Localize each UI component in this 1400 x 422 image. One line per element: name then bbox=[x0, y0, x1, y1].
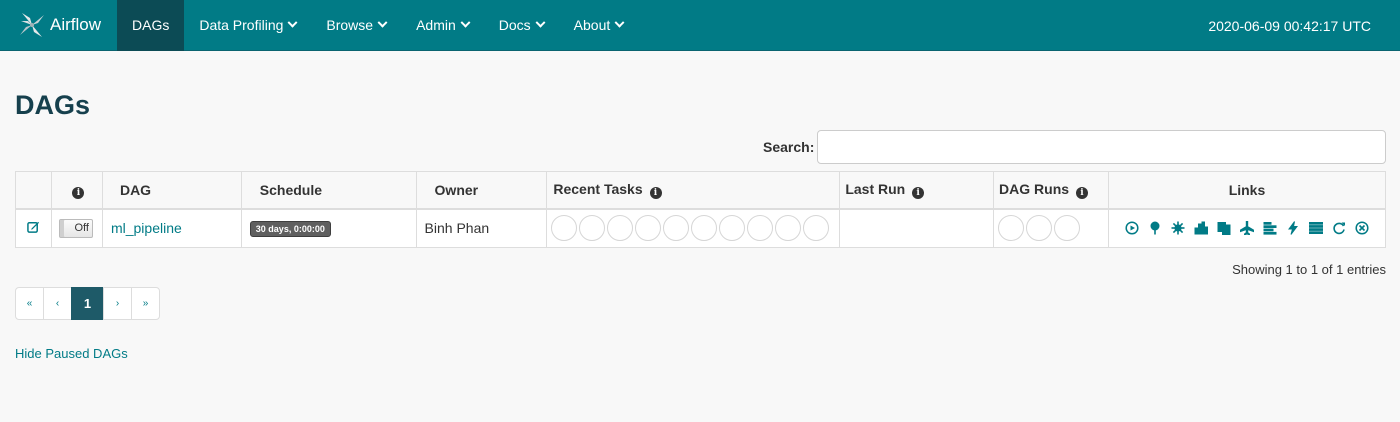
top-navbar: Airflow DAGs Data Profiling Browse Admin… bbox=[0, 0, 1400, 51]
nav-docs-label: Docs bbox=[498, 17, 531, 33]
list-icon[interactable] bbox=[1308, 221, 1323, 235]
cell-schedule: 30 days, 0:00:00 bbox=[240, 208, 417, 248]
brand-logo-link[interactable]: Airflow bbox=[0, 0, 117, 51]
dags-table: i DAG Schedule Owner Recent Tasks i Last… bbox=[15, 171, 1387, 248]
col-header-links-label: Links bbox=[1228, 181, 1266, 198]
pagination-prev[interactable]: ‹ bbox=[43, 287, 72, 320]
info-icon[interactable]: i bbox=[649, 186, 662, 199]
dag-run-status-circle[interactable] bbox=[998, 215, 1025, 242]
cell-edit bbox=[15, 208, 52, 248]
nav-admin[interactable]: Admin bbox=[401, 0, 484, 51]
airflow-pinwheel-icon bbox=[20, 13, 44, 37]
pagination-first[interactable]: « bbox=[15, 287, 44, 320]
nav-dags[interactable]: DAGs bbox=[117, 0, 185, 51]
dag-links bbox=[1117, 221, 1377, 236]
pagination: « ‹ 1 › » bbox=[15, 287, 160, 320]
info-icon[interactable]: i bbox=[72, 186, 85, 199]
cell-links bbox=[1107, 208, 1387, 248]
entries-info: Showing 1 to 1 of 1 entries bbox=[1232, 262, 1386, 277]
dag-run-status-circle[interactable] bbox=[1054, 215, 1081, 242]
col-header-last-run-label: Last Run bbox=[845, 180, 906, 197]
col-header-links: Links bbox=[1107, 171, 1387, 209]
bar-chart-icon[interactable] bbox=[1194, 221, 1208, 235]
task-status-circle[interactable] bbox=[803, 215, 830, 242]
table-row: Off ml_pipeline 30 days, 0:00:00 Binh Ph… bbox=[15, 208, 1387, 248]
play-circle-icon[interactable] bbox=[1125, 221, 1139, 235]
task-status-circle[interactable] bbox=[579, 215, 606, 242]
pagination-current[interactable]: 1 bbox=[71, 287, 104, 320]
graph-icon[interactable] bbox=[1171, 221, 1185, 235]
align-left-icon[interactable] bbox=[1263, 221, 1277, 235]
nav-about[interactable]: About bbox=[559, 0, 639, 51]
nav-dags-label: DAGs bbox=[132, 17, 170, 33]
chevron-down-icon bbox=[535, 17, 546, 28]
info-icon[interactable]: i bbox=[1075, 186, 1088, 199]
task-status-circle[interactable] bbox=[551, 215, 578, 242]
col-header-recent-tasks-label: Recent Tasks bbox=[553, 180, 643, 197]
nav-browse-label: Browse bbox=[326, 17, 374, 33]
col-header-dag-label: DAG bbox=[119, 181, 152, 198]
col-header-edit bbox=[15, 171, 52, 209]
col-header-schedule[interactable]: Schedule bbox=[240, 171, 417, 209]
dag-runs-status-circles bbox=[998, 215, 1104, 242]
flash-icon[interactable] bbox=[1286, 221, 1300, 236]
info-icon[interactable]: i bbox=[912, 186, 925, 199]
col-header-schedule-label: Schedule bbox=[259, 181, 323, 198]
col-header-last-run: Last Run i bbox=[839, 171, 995, 209]
brand-name: Airflow bbox=[50, 15, 102, 34]
refresh-icon[interactable] bbox=[1332, 221, 1346, 235]
nav-about-label: About bbox=[573, 17, 611, 33]
nav-data-profiling[interactable]: Data Profiling bbox=[184, 0, 311, 51]
task-status-circle[interactable] bbox=[719, 215, 746, 242]
server-clock: 2020-06-09 00:42:17 UTC bbox=[1208, 17, 1371, 34]
cell-recent-tasks bbox=[546, 208, 841, 248]
col-header-info: i bbox=[50, 171, 103, 209]
search-label: Search: bbox=[763, 139, 815, 155]
col-header-dag[interactable]: DAG bbox=[101, 171, 242, 209]
hide-paused-dags-link[interactable]: Hide Paused DAGs bbox=[15, 346, 128, 361]
search-input[interactable] bbox=[817, 130, 1386, 164]
col-header-dag-runs-label: DAG Runs bbox=[999, 180, 1070, 197]
page-title: DAGs bbox=[15, 90, 91, 120]
edit-icon[interactable] bbox=[27, 220, 40, 234]
duplicate-icon[interactable] bbox=[1217, 221, 1231, 236]
dag-pause-toggle[interactable]: Off bbox=[58, 219, 93, 239]
nav-data-profiling-label: Data Profiling bbox=[199, 17, 284, 33]
cell-toggle: Off bbox=[50, 208, 103, 248]
col-header-owner[interactable]: Owner bbox=[415, 171, 548, 209]
tree-icon[interactable] bbox=[1148, 221, 1162, 235]
task-status-circle[interactable] bbox=[607, 215, 634, 242]
remove-circle-icon[interactable] bbox=[1355, 221, 1369, 235]
pagination-next[interactable]: › bbox=[103, 287, 132, 320]
chevron-down-icon bbox=[377, 17, 388, 28]
dag-link[interactable]: ml_pipeline bbox=[111, 220, 182, 236]
recent-tasks-status-circles bbox=[551, 215, 835, 242]
col-header-owner-label: Owner bbox=[434, 181, 479, 198]
col-header-dag-runs: DAG Runs i bbox=[993, 171, 1109, 209]
task-status-circle[interactable] bbox=[635, 215, 662, 242]
schedule-badge[interactable]: 30 days, 0:00:00 bbox=[249, 221, 331, 238]
cell-last-run bbox=[839, 208, 995, 248]
cell-dag-runs bbox=[993, 208, 1109, 248]
cell-dag-id: ml_pipeline bbox=[101, 208, 242, 248]
chevron-down-icon bbox=[287, 17, 298, 28]
col-header-recent-tasks: Recent Tasks i bbox=[546, 171, 841, 209]
chevron-down-icon bbox=[460, 17, 471, 28]
task-status-circle[interactable] bbox=[775, 215, 802, 242]
gantt-plane-icon[interactable] bbox=[1239, 221, 1254, 236]
nav-admin-label: Admin bbox=[416, 17, 456, 33]
dag-run-status-circle[interactable] bbox=[1026, 215, 1053, 242]
table-header-row: i DAG Schedule Owner Recent Tasks i Last… bbox=[15, 171, 1387, 209]
nav-browse[interactable]: Browse bbox=[311, 0, 401, 51]
task-status-circle[interactable] bbox=[691, 215, 718, 242]
nav-docs[interactable]: Docs bbox=[484, 0, 559, 51]
task-status-circle[interactable] bbox=[747, 215, 774, 242]
pagination-last[interactable]: » bbox=[131, 287, 160, 320]
cell-owner: Binh Phan bbox=[415, 208, 548, 248]
task-status-circle[interactable] bbox=[663, 215, 690, 242]
chevron-down-icon bbox=[614, 17, 625, 28]
